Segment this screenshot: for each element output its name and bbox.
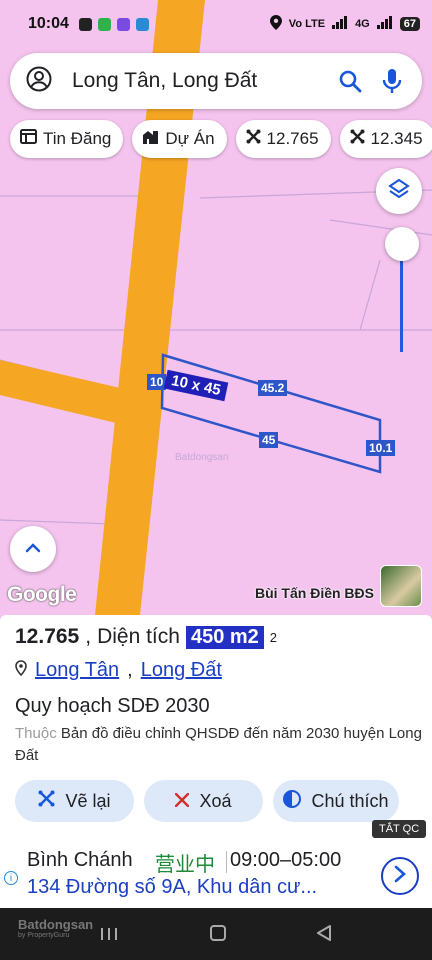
redraw-button[interactable]: Vẽ lại (15, 780, 134, 822)
parcel-info-panel: 12.765, Diện tích 450 m2 2 Long Tân, Lon… (0, 615, 432, 845)
panel-actions: Vẽ lại Xoá Chú thích (15, 780, 399, 822)
account-icon[interactable] (26, 66, 52, 97)
building-icon (142, 129, 159, 149)
chip-du-an[interactable]: Dự Án (132, 120, 227, 158)
signal-2-icon (376, 16, 393, 32)
chip-tin-dang[interactable]: Tin Đăng (10, 120, 124, 158)
google-logo: Google (7, 583, 77, 606)
ad-open-status: 营业中 (155, 854, 215, 876)
plan-description-text: Bản đồ điều chỉnh QHSDĐ đến năm 2030 huy… (15, 725, 422, 764)
tiktok-icon (78, 17, 92, 31)
parcel-icon (350, 129, 365, 149)
plan-title: Quy hoạch SDĐ 2030 (15, 695, 210, 717)
ad-business-name: Bình Chánh (27, 849, 133, 871)
ad-separator (226, 851, 227, 873)
watermark-brand: Batdongsan (18, 917, 94, 932)
recent-apps-icon[interactable] (100, 926, 118, 947)
microphone-icon[interactable] (378, 67, 406, 95)
plan-description-prefix: Thuộc (15, 725, 57, 742)
chip-label: 12.345 (370, 129, 423, 148)
ward-link[interactable]: Long Tân (35, 659, 119, 682)
owner-name: Bùi Tấn Điền BĐS (254, 585, 374, 601)
location-pin-icon (15, 659, 27, 682)
redraw-label: Vẽ lại (65, 790, 111, 811)
search-bar[interactable]: Long Tân, Long Đất (10, 53, 422, 109)
location-icon (269, 15, 282, 33)
chip-label: 12.765 (266, 129, 319, 148)
chevron-up-icon (25, 540, 41, 558)
district-link[interactable]: Long Đất (141, 659, 222, 682)
status-bar: 10:04 Vo LTE 4G 67 (0, 0, 432, 48)
back-icon[interactable] (316, 925, 332, 946)
parcel-location: Long Tân, Long Đất (15, 659, 222, 682)
system-nav-bar: Batdongsan by PropertyGuru (0, 908, 432, 960)
parcel-title: 12.765, Diện tích 450 m2 2 (15, 625, 278, 649)
home-icon[interactable] (210, 925, 226, 946)
close-icon (175, 791, 190, 812)
legend-icon (283, 789, 302, 813)
ad-directions-button[interactable] (381, 857, 419, 895)
legend-label: Chú thích (311, 790, 389, 811)
watermark-sub: by PropertyGuru (18, 932, 70, 939)
chevron-right-icon (394, 865, 406, 888)
filter-chips: Tin Đăng Dự Án 12.765 12.345 (10, 120, 432, 158)
area-value: 450 m2 (185, 625, 264, 649)
owner-avatar[interactable] (380, 565, 422, 607)
parcel-number: 12.765 (15, 625, 80, 648)
volte-label: Vo LTE (288, 18, 326, 30)
delete-label: Xoá (199, 790, 232, 811)
plot-side-right-label: 10.1 (366, 440, 396, 456)
notification-icons (78, 17, 149, 31)
ad-banner[interactable]: i Bình Chánh 营业中 09:00–05:00 134 Đường s… (0, 841, 432, 908)
layers-button[interactable] (376, 168, 422, 214)
chip-label: Tin Đăng (43, 129, 112, 148)
gallery-icon (135, 17, 149, 31)
zoom-slider-track[interactable] (400, 246, 403, 352)
zoom-slider-knob[interactable] (385, 227, 419, 261)
area-superscript: 2 (269, 629, 278, 645)
messenger-icon (116, 17, 130, 31)
ad-hours: 09:00–05:00 (230, 849, 342, 871)
status-right: Vo LTE 4G 67 (269, 15, 420, 33)
batdongsan-watermark: Batdongsan by PropertyGuru (18, 917, 93, 939)
ad-address: 134 Đường số 9A, Khu dân cư... (27, 876, 318, 898)
search-icon[interactable] (336, 67, 364, 95)
network-4g-label: 4G (355, 18, 370, 30)
legend-button[interactable]: Chú thích (273, 780, 399, 822)
plot-side-bottom-label: 45 (259, 432, 279, 448)
expand-panel-button[interactable] (10, 526, 56, 572)
redraw-icon (38, 790, 55, 812)
delete-button[interactable]: Xoá (144, 780, 263, 822)
close-ad-button[interactable]: TẮT QC (372, 820, 427, 838)
chip-label: Dự Án (165, 129, 215, 148)
signal-icon (332, 16, 348, 32)
plot-side-top-label: 45.2 (258, 380, 288, 396)
listing-icon (20, 129, 37, 149)
wechat-icon (97, 17, 111, 31)
area-label: Diện tích (97, 625, 180, 648)
ad-info-icon[interactable]: i (4, 871, 18, 885)
search-input[interactable]: Long Tân, Long Đất (72, 69, 322, 93)
layers-icon (388, 178, 410, 205)
parcel-icon (246, 129, 261, 149)
plan-description: Thuộc Bản đồ điều chỉnh QHSDĐ đến năm 20… (15, 723, 425, 767)
chip-parcel-12765[interactable]: 12.765 (235, 120, 331, 158)
battery-icon: 67 (399, 17, 420, 31)
map-watermark: Batdongsan (175, 452, 228, 463)
status-time: 10:04 (28, 15, 69, 32)
chip-parcel-12345[interactable]: 12.345 (339, 120, 432, 158)
